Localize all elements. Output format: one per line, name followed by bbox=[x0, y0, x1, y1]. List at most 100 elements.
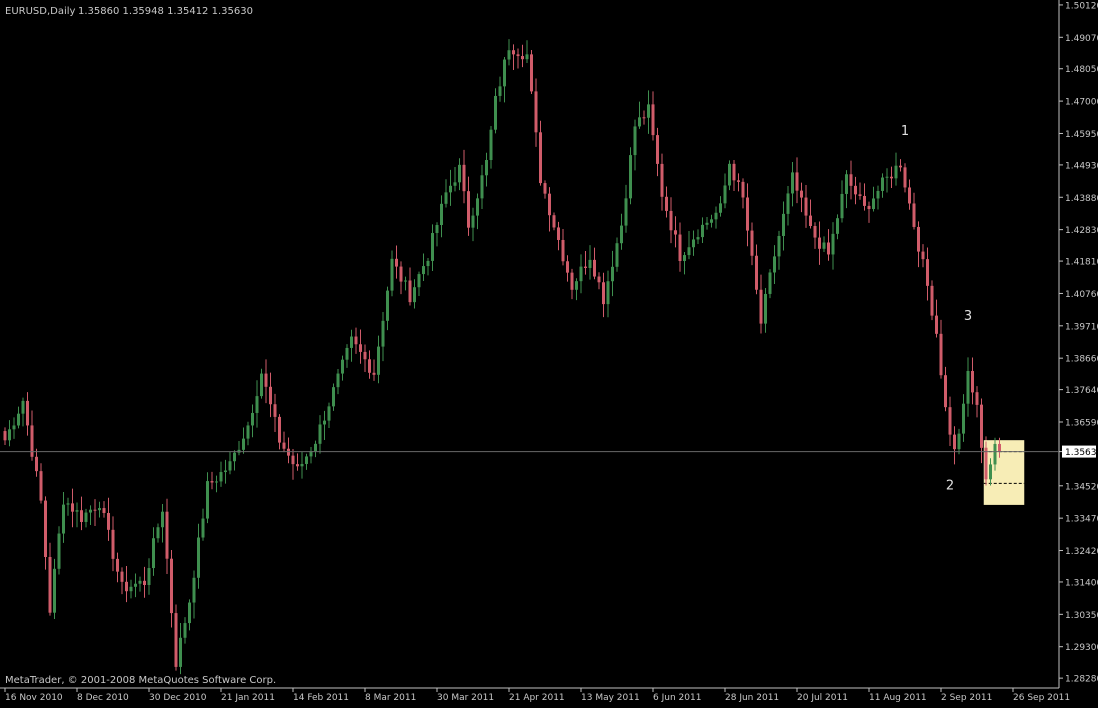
x-tick-label: 14 Feb 2011 bbox=[293, 693, 349, 703]
candle-bear bbox=[372, 372, 376, 375]
candle-bull bbox=[233, 452, 236, 462]
candle-bear bbox=[669, 210, 673, 231]
candle-bull bbox=[485, 160, 488, 176]
candle-bear bbox=[512, 50, 515, 55]
candle-bear bbox=[984, 447, 988, 480]
y-tick-label: 1.49070 bbox=[1065, 34, 1098, 44]
candlestick-chart[interactable]: 1 3 2 1.50120 1.49070 1.48050 1.47000 1.45950 1… bbox=[0, 0, 1098, 704]
x-tick-label: 30 Mar 2011 bbox=[437, 693, 494, 703]
candle-bull bbox=[993, 443, 997, 465]
candle-bull bbox=[458, 164, 461, 183]
candle-bull bbox=[507, 50, 511, 60]
candle-bear bbox=[858, 194, 862, 196]
candle-bear bbox=[903, 167, 907, 188]
candle-bear bbox=[125, 581, 128, 592]
candle-bull bbox=[350, 336, 353, 348]
candle-bull bbox=[318, 424, 322, 444]
x-tick-label: 21 Apr 2011 bbox=[509, 693, 565, 703]
candle-bull bbox=[84, 512, 88, 522]
candle-bull bbox=[336, 373, 340, 388]
candle-bear bbox=[732, 163, 736, 181]
candle-bear bbox=[863, 195, 866, 206]
candle-bear bbox=[539, 132, 542, 184]
y-tick-label: 1.33470 bbox=[1065, 515, 1098, 525]
candle-bull bbox=[966, 370, 970, 404]
candle-bear bbox=[44, 500, 47, 558]
candle-bear bbox=[521, 56, 524, 60]
candle-bear bbox=[755, 255, 758, 290]
wave-label: 1 bbox=[901, 124, 909, 139]
candle-bull bbox=[341, 359, 344, 374]
candle-bull bbox=[845, 174, 848, 194]
y-tick-label: 1.43880 bbox=[1065, 194, 1098, 204]
wave-label: 2 bbox=[946, 478, 954, 493]
candle-bear bbox=[908, 187, 911, 204]
candle-bear bbox=[593, 259, 596, 277]
candle-bull bbox=[8, 429, 11, 441]
candle-bull bbox=[494, 95, 497, 130]
candle-bear bbox=[939, 333, 943, 376]
candle-bull bbox=[719, 203, 722, 213]
candle-bull bbox=[323, 420, 326, 425]
candle-bear bbox=[165, 511, 169, 559]
x-tick-label: 21 Jan 2011 bbox=[221, 693, 275, 703]
candle-bear bbox=[953, 434, 956, 450]
candle-bear bbox=[210, 481, 214, 483]
candle-bear bbox=[818, 237, 821, 249]
candle-bear bbox=[408, 280, 412, 303]
candle-bull bbox=[228, 461, 232, 471]
candle-bull bbox=[503, 59, 506, 87]
candle-bull bbox=[575, 281, 578, 290]
x-tick-label: 2 Sep 2011 bbox=[941, 693, 992, 703]
candle-bull bbox=[638, 117, 641, 127]
candle-bear bbox=[363, 351, 367, 360]
candle-bull bbox=[381, 320, 385, 347]
candle-bull bbox=[881, 177, 884, 191]
x-tick-label: 16 Nov 2010 bbox=[5, 693, 63, 703]
candle-bear bbox=[30, 425, 34, 457]
x-tick-label: 28 Jun 2011 bbox=[725, 693, 779, 703]
x-tick-label: 26 Sep 2011 bbox=[1013, 693, 1070, 703]
candle-bear bbox=[804, 197, 808, 216]
candle-bull bbox=[197, 537, 200, 578]
chart-ohlc: 1.35860 1.35948 1.35412 1.35630 bbox=[78, 6, 253, 17]
x-tick-label: 6 Jun 2011 bbox=[653, 693, 701, 703]
candle-bull bbox=[840, 193, 844, 219]
candle-bear bbox=[813, 225, 817, 238]
candle-bear bbox=[35, 456, 38, 472]
candle-bear bbox=[291, 455, 295, 465]
candle-bull bbox=[147, 568, 151, 586]
y-tick-label: 1.48050 bbox=[1065, 65, 1098, 75]
candle-bull bbox=[696, 237, 700, 240]
candle-bear bbox=[296, 464, 299, 467]
y-tick-label: 1.32420 bbox=[1065, 547, 1098, 557]
candle-bull bbox=[98, 508, 101, 511]
candle-bull bbox=[885, 176, 889, 178]
candle-bull bbox=[224, 470, 227, 473]
candle-bull bbox=[782, 213, 785, 236]
candle-bull bbox=[624, 198, 628, 226]
candle-bear bbox=[750, 230, 754, 256]
x-tick-label: 13 May 2011 bbox=[581, 693, 640, 703]
y-tick-label: 1.28280 bbox=[1065, 675, 1098, 685]
x-tick-label: 30 Dec 2010 bbox=[149, 693, 207, 703]
candle-bear bbox=[548, 193, 551, 216]
y-tick-label: 1.34520 bbox=[1065, 482, 1098, 492]
candle-bull bbox=[777, 235, 781, 257]
chart-background bbox=[0, 0, 1098, 704]
candle-bear bbox=[543, 183, 547, 194]
candle-bear bbox=[827, 242, 830, 255]
chart-container: 1 3 2 1.50120 1.49070 1.48050 1.47000 1.45950 1… bbox=[0, 0, 1098, 704]
candle-bull bbox=[629, 155, 632, 199]
x-tick-label: 8 Mar 2011 bbox=[365, 693, 416, 703]
candle-bull bbox=[692, 239, 695, 248]
candle-bear bbox=[674, 230, 677, 235]
y-tick-label: 1.41810 bbox=[1065, 258, 1098, 268]
candle-bull bbox=[957, 433, 961, 450]
candle-bear bbox=[651, 104, 655, 136]
candle-bull bbox=[201, 518, 205, 538]
candle-bear bbox=[143, 580, 146, 586]
candle-bear bbox=[899, 165, 902, 168]
candle-bull bbox=[786, 193, 790, 214]
candle-bear bbox=[921, 251, 925, 260]
